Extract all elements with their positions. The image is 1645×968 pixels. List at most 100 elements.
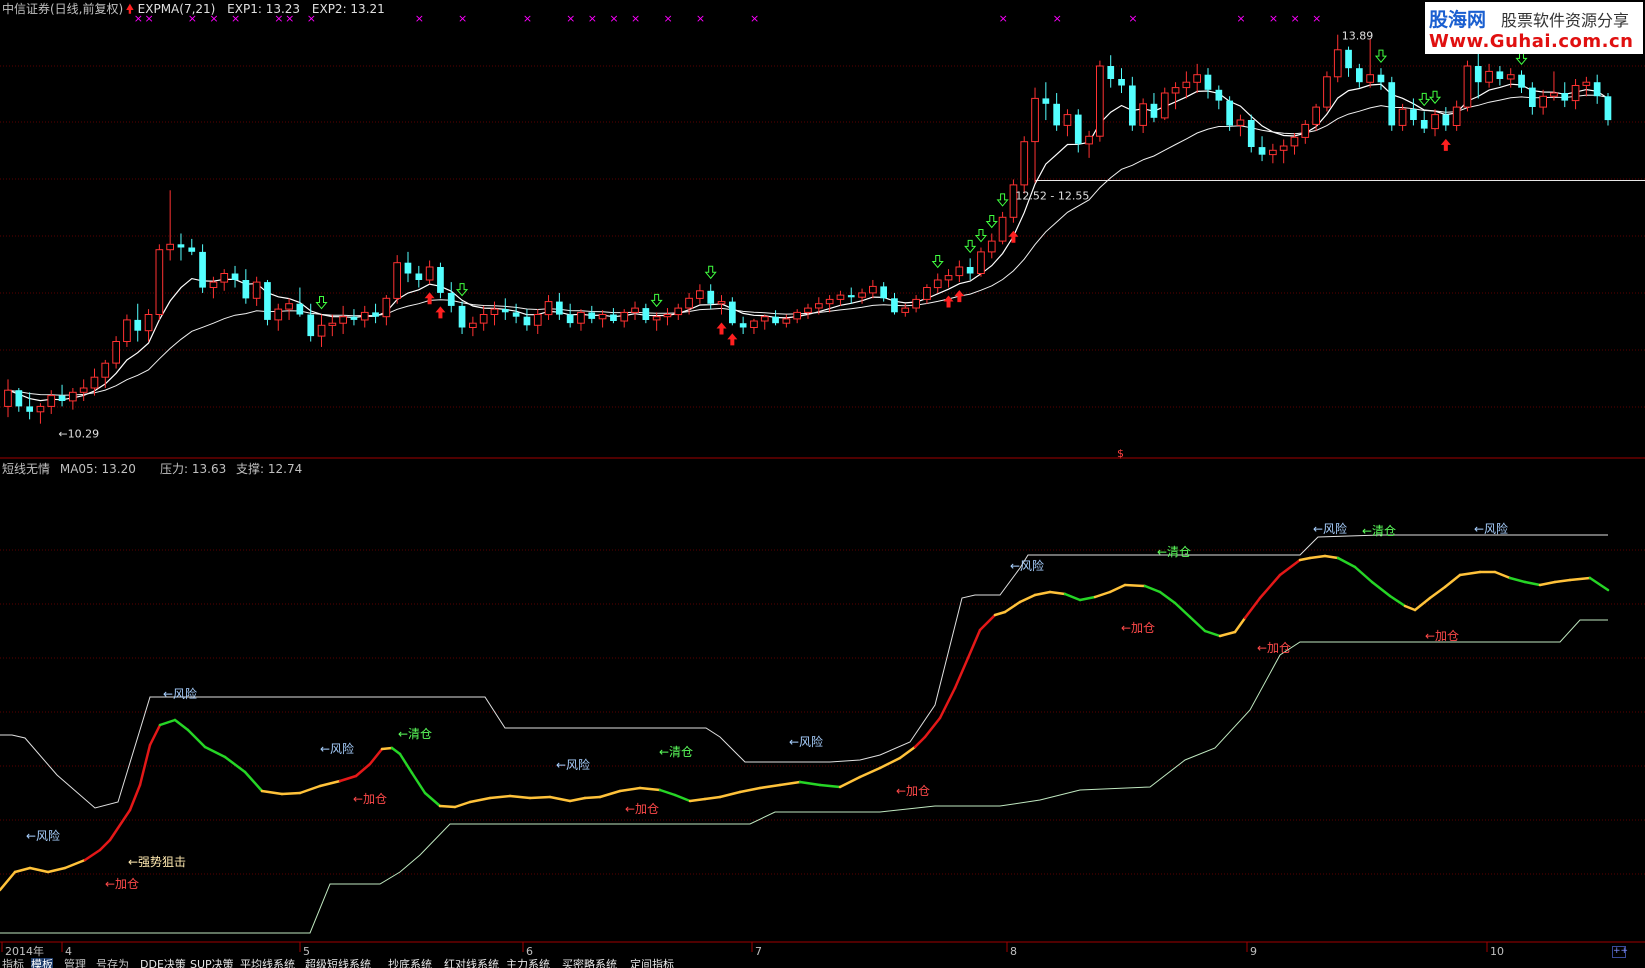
signal-label-add: ←加仓 bbox=[353, 792, 387, 806]
signal-label-clear: ←清仓 bbox=[1362, 524, 1396, 538]
signal-label-risk: ←风险 bbox=[789, 734, 823, 749]
site-logo: 股海网 股票软件资源分享 Www.Guhai.com.cn bbox=[1425, 2, 1643, 54]
candle-body-up bbox=[1236, 119, 1245, 126]
ma05-segment bbox=[438, 804, 457, 809]
candle-body-up bbox=[317, 324, 326, 337]
tab-main-system[interactable]: 主力系统 bbox=[506, 958, 550, 968]
buy-arrow-icon bbox=[424, 292, 435, 305]
cross-marker-icon: × bbox=[415, 12, 424, 25]
sell-arrow-icon bbox=[931, 254, 944, 269]
cross-marker-icon: × bbox=[1053, 12, 1062, 25]
tab-strategy-system[interactable]: 买密略系统 bbox=[562, 958, 617, 968]
candle-body-down bbox=[1215, 89, 1223, 101]
ma05-segment bbox=[468, 796, 492, 804]
candle-body-down bbox=[966, 267, 974, 274]
candle-body-up bbox=[804, 307, 812, 313]
candle-body-down bbox=[231, 273, 239, 280]
candle-body-down bbox=[588, 312, 596, 319]
candle-body-down bbox=[350, 316, 358, 320]
candle-body-up bbox=[479, 314, 488, 324]
candle-body-up bbox=[663, 314, 672, 318]
candle-body-up bbox=[977, 251, 985, 274]
candle-body-up bbox=[652, 316, 661, 321]
support-line bbox=[0, 619, 1608, 934]
candle-body-down bbox=[1118, 79, 1125, 86]
tab-red-system[interactable]: 红对线系统 bbox=[444, 958, 499, 968]
candle-body-up bbox=[425, 266, 434, 281]
time-axis-label: 9 bbox=[1250, 945, 1257, 958]
ma05-segment bbox=[1538, 580, 1557, 587]
corner-box[interactable]: ++ bbox=[1612, 946, 1628, 958]
candle-body-up bbox=[220, 273, 229, 283]
tab-bottom-system[interactable]: 抄底系统 bbox=[388, 958, 432, 968]
ma05-segment bbox=[0, 870, 17, 892]
tab-dde[interactable]: DDE决策 bbox=[140, 958, 186, 968]
candle-body-down bbox=[1053, 103, 1060, 126]
ma05-segment bbox=[568, 796, 587, 803]
candle-body-up bbox=[631, 307, 639, 313]
candle-body-up bbox=[1550, 92, 1558, 97]
candle-body-down bbox=[404, 262, 412, 274]
ma05-segment bbox=[1428, 585, 1447, 600]
candle-body-up bbox=[1539, 95, 1548, 108]
cross-marker-icon: × bbox=[1128, 12, 1137, 25]
ma05-segment bbox=[13, 866, 32, 874]
candle-body-down bbox=[610, 314, 617, 321]
signal-label-add: ←加仓 bbox=[105, 877, 139, 891]
candle-body-down bbox=[1561, 93, 1569, 101]
tab-save-as[interactable]: 号存为 bbox=[96, 958, 129, 968]
candle-body-up bbox=[1160, 92, 1169, 119]
tab-template[interactable]: 模板 bbox=[31, 958, 53, 968]
candle-body-up bbox=[1398, 108, 1407, 126]
candle-body-up bbox=[1193, 74, 1202, 83]
ma05-segment bbox=[1403, 604, 1417, 612]
candle-body-up bbox=[490, 308, 499, 316]
sell-arrow-icon bbox=[996, 193, 1009, 207]
candle-body-up bbox=[285, 303, 293, 310]
candle-body-up bbox=[685, 297, 693, 309]
candle-body-down bbox=[1129, 85, 1136, 126]
tab-sup[interactable]: SUP决策 bbox=[190, 958, 234, 968]
candle-body-down bbox=[188, 247, 196, 252]
ma05-segment bbox=[243, 770, 264, 793]
lower-levels: 压力: 13.63 支撑: 12.74 bbox=[160, 460, 302, 477]
ma05-segment bbox=[1323, 554, 1340, 560]
tab-manage[interactable]: 管理 bbox=[64, 958, 86, 968]
ma05-segment bbox=[978, 613, 997, 632]
candle-body-up bbox=[544, 301, 553, 316]
candle-body-up bbox=[1452, 106, 1461, 126]
signal-label-add: ←加仓 bbox=[1425, 629, 1459, 643]
candle-body-down bbox=[134, 319, 142, 331]
ma05-segment bbox=[953, 656, 970, 690]
candle-body-down bbox=[15, 390, 23, 407]
ma05-segment bbox=[718, 790, 742, 799]
cross-marker-icon: × bbox=[523, 12, 532, 25]
tab-ma-system[interactable]: 平均线系统 bbox=[240, 958, 295, 968]
candle-body-up bbox=[1312, 106, 1321, 125]
candle-body-down bbox=[447, 292, 455, 306]
zone-range-label: 12.52 - 12.55 bbox=[1015, 190, 1089, 203]
tab-time-indicator[interactable]: 定间指标 bbox=[630, 958, 674, 968]
candle-body-down bbox=[1496, 71, 1504, 79]
cross-marker-icon: × bbox=[458, 12, 467, 25]
exp1-label: EXP1: 13.23 bbox=[227, 2, 301, 16]
tab-indicator[interactable]: 指标 bbox=[2, 958, 24, 968]
ma05-segment bbox=[528, 795, 552, 800]
ma05-segment bbox=[1523, 580, 1542, 587]
candle-body-down bbox=[1258, 147, 1266, 155]
candle-body-down bbox=[415, 273, 423, 280]
ma05-segment bbox=[1158, 590, 1177, 605]
ma05-segment bbox=[63, 858, 87, 870]
candle-body-up bbox=[815, 303, 823, 309]
candle-body-down bbox=[1529, 87, 1536, 107]
candle-body-up bbox=[1366, 74, 1375, 83]
ma05-segment bbox=[966, 628, 982, 660]
tab-short-system[interactable]: 超级短线系统 bbox=[305, 958, 371, 968]
candle-body-up bbox=[469, 322, 477, 329]
ma05-segment bbox=[548, 795, 572, 803]
cross-marker-icon: × bbox=[1312, 12, 1321, 25]
sell-arrow-icon bbox=[1428, 90, 1442, 105]
candle-body-down bbox=[1226, 100, 1233, 126]
ma05-segment bbox=[46, 866, 67, 874]
candle-body-up bbox=[782, 318, 791, 324]
